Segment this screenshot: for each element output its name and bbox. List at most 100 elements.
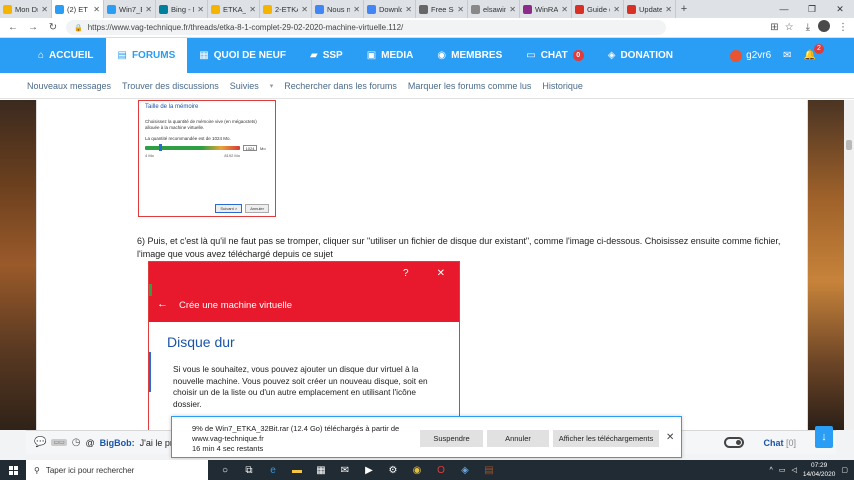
nav-item-donation[interactable]: ◈ DONATION	[596, 38, 685, 73]
winrar-icon[interactable]: ▤	[482, 463, 496, 477]
tab-close-icon[interactable]: ✕	[145, 5, 152, 14]
opera-icon[interactable]: O	[434, 463, 448, 477]
virtualbox-icon[interactable]: ◈	[458, 463, 472, 477]
browser-tab[interactable]: Update_El✕	[624, 0, 676, 18]
subnav-link[interactable]: Trouver des discussions	[122, 81, 219, 91]
subnav-link[interactable]: Marquer les forums comme lus	[408, 81, 532, 91]
tab-close-icon[interactable]: ✕	[249, 5, 256, 14]
nav-item-ssp[interactable]: ▰ SSP	[298, 38, 355, 73]
nav-item-media[interactable]: ▣ MEDIA	[355, 38, 426, 73]
chrome-icon[interactable]: ◉	[410, 463, 424, 477]
store-icon[interactable]: ▦	[314, 463, 328, 477]
media-player-icon[interactable]: ▶	[362, 463, 376, 477]
tab-close-icon[interactable]: ✕	[353, 5, 360, 14]
subnav-link[interactable]: Suivies	[230, 81, 259, 91]
browser-tab[interactable]: Nous ne p✕	[312, 0, 364, 18]
show-downloads-button[interactable]: Afficher les téléchargements	[553, 430, 659, 447]
tab-close-icon[interactable]: ✕	[665, 5, 672, 14]
subnav-link[interactable]: Nouveaux messages	[27, 81, 111, 91]
tab-close-icon[interactable]: ✕	[93, 5, 100, 14]
browser-tab[interactable]: (2) ET ✕	[52, 0, 104, 18]
folder-icon: ▰	[309, 50, 318, 61]
network-icon[interactable]: ▭	[779, 466, 786, 474]
chat-label[interactable]: Chat [0]	[763, 438, 796, 448]
taskbar-search[interactable]: ⚲ Taper ici pour rechercher	[26, 460, 208, 480]
tab-close-icon[interactable]: ✕	[613, 5, 620, 14]
chevron-up-icon[interactable]: ^	[770, 467, 773, 474]
chat-user[interactable]: BigBob:	[100, 438, 135, 448]
translate-icon[interactable]: ⊞	[770, 22, 778, 33]
mail-icon[interactable]: ✉	[338, 463, 352, 477]
tab-close-icon[interactable]: ✕	[561, 5, 568, 14]
clock[interactable]: 07:29 14/04/2020	[803, 461, 836, 479]
back-icon[interactable]: ←	[6, 22, 20, 33]
tab-close-icon[interactable]: ✕	[509, 5, 516, 14]
bookmark-star-icon[interactable]: ☆	[785, 22, 794, 33]
tab-close-icon[interactable]: ✕	[457, 5, 464, 14]
forward-icon[interactable]: →	[26, 22, 40, 33]
tab-close-icon[interactable]: ✕	[41, 5, 48, 14]
username: g2vr6	[746, 50, 772, 61]
address-bar: ← → ↻ 🔒 https://www.vag-technique.fr/thr…	[0, 18, 854, 38]
tab-close-icon[interactable]: ✕	[197, 5, 204, 14]
site-navigation: ⌂ ACCUEIL ▤ FORUMS ▦ QUOI DE NEUF ▰ SSP ▣ MEDIA ◉ M…	[0, 38, 854, 73]
download-icon[interactable]: ⤓	[806, 22, 810, 33]
envelope-icon[interactable]: ✉	[783, 50, 791, 61]
settings-icon[interactable]: ⚙	[386, 463, 400, 477]
browser-tab[interactable]: Guide de✕	[572, 0, 624, 18]
new-tab-button[interactable]: +	[676, 0, 692, 18]
subnav-link[interactable]: Rechercher dans les forums	[284, 81, 397, 91]
browser-tab[interactable]: elsawin di✕	[468, 0, 520, 18]
reload-icon[interactable]: ↻	[46, 22, 60, 33]
menu-icon[interactable]: ⋮	[838, 22, 848, 33]
tab-favicon-icon	[315, 4, 324, 14]
cancel-download-button[interactable]: Annuler	[487, 430, 549, 447]
browser-tab[interactable]: Downloac✕	[364, 0, 416, 18]
pause-button[interactable]: Suspendre	[420, 430, 483, 447]
browser-tab[interactable]: Mon Drive✕	[0, 0, 52, 18]
user-menu[interactable]: g2vr6	[730, 49, 772, 62]
nav-item-quoi-de-neuf[interactable]: ▦ QUOI DE NEUF	[187, 38, 298, 73]
browser-tab[interactable]: WinRAR d✕	[520, 0, 572, 18]
browser-tab[interactable]: 2-ETKA_Lo✕	[260, 0, 312, 18]
search-placeholder: Taper ici pour rechercher	[45, 465, 135, 475]
cortana-icon[interactable]: ○	[218, 463, 232, 477]
volume-icon[interactable]: ◁	[791, 466, 796, 474]
tab-favicon-icon	[471, 4, 480, 14]
tab-close-icon[interactable]: ✕	[301, 5, 308, 14]
bell-icon[interactable]: 🔔 2	[804, 44, 824, 61]
start-button[interactable]	[0, 460, 26, 480]
task-view-icon[interactable]: ⧉	[242, 463, 256, 477]
profile-avatar[interactable]	[818, 20, 830, 35]
dialog-heading: Disque dur	[167, 334, 235, 350]
browser-tab[interactable]: Free Softv✕	[416, 0, 468, 18]
tab-close-icon[interactable]: ✕	[405, 5, 412, 14]
minimize-button[interactable]: —	[770, 0, 798, 18]
url-input[interactable]: 🔒 https://www.vag-technique.fr/threads/e…	[66, 20, 666, 35]
memory-size-screenshot[interactable]: Taille de la mémoire Choisissez la quant…	[138, 100, 276, 217]
chevron-down-icon[interactable]: ▾	[270, 82, 274, 90]
nav-label: SSP	[322, 50, 343, 61]
subnav-link[interactable]: Historique	[542, 81, 583, 91]
tab-favicon-icon	[419, 4, 428, 14]
nav-item-membres[interactable]: ◉ MEMBRES	[425, 38, 514, 73]
window-controls: — ❐ ✕	[770, 0, 854, 18]
notifications-icon[interactable]: ▢	[841, 466, 848, 474]
edge-icon[interactable]: e	[266, 463, 280, 477]
hard-disk-dialog-screenshot[interactable]: ? ✕ ← Crée une machine virtuelle Disque …	[148, 261, 460, 430]
page-scrollbar[interactable]	[844, 100, 854, 430]
browser-tab[interactable]: Bing - Me✕	[156, 0, 208, 18]
chat-toggle[interactable]	[724, 437, 745, 448]
explorer-icon[interactable]: ▬	[290, 463, 304, 477]
scroll-down-button[interactable]: ↓	[815, 426, 833, 448]
tab-label: Win7_ETK	[119, 4, 142, 14]
close-icon[interactable]: ✕	[666, 432, 674, 443]
nav-item-accueil[interactable]: ⌂ ACCUEIL	[26, 38, 106, 73]
tab-label: Guide de	[587, 4, 610, 14]
maximize-button[interactable]: ❐	[798, 0, 826, 18]
nav-item-forums[interactable]: ▤ FORUMS	[105, 38, 188, 73]
browser-tab[interactable]: Win7_ETK✕	[104, 0, 156, 18]
close-window-button[interactable]: ✕	[826, 0, 854, 18]
browser-tab[interactable]: ETKA_Inst✕	[208, 0, 260, 18]
nav-item-chat[interactable]: ▭ CHAT 0	[514, 38, 595, 73]
